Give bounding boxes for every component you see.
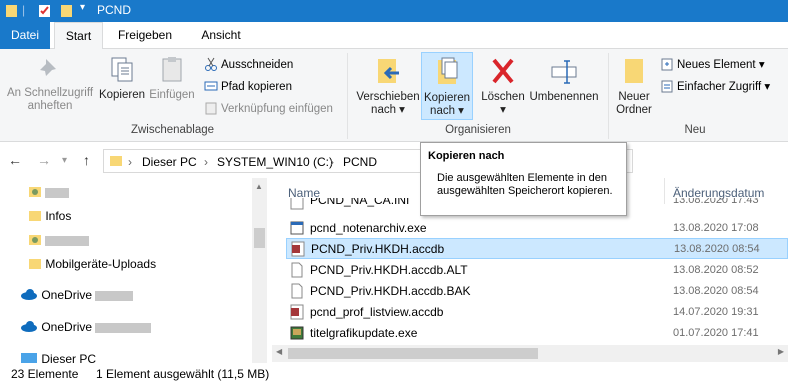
file-icon: [291, 262, 303, 278]
tab-view[interactable]: Ansicht: [190, 22, 252, 49]
copy-button[interactable]: Kopieren: [96, 55, 148, 102]
rename-icon: [551, 60, 577, 84]
table-row[interactable]: pcnd_notenarchiv.exe 13.08.2020 17:08: [286, 218, 788, 239]
customize-quick-access-icon[interactable]: ▾: [80, 2, 85, 13]
copy-path-button[interactable]: Pfad kopieren: [204, 79, 292, 93]
navigation-pane: Infos Mobilgeräte-Uploads OneDrive OneDr…: [0, 178, 268, 363]
cloud-icon: [21, 321, 37, 332]
user-folder-icon: [29, 187, 41, 197]
recent-locations-icon[interactable]: ▾: [62, 155, 67, 166]
scrollbar-thumb[interactable]: [288, 348, 538, 359]
new-item-icon: [661, 58, 673, 71]
scissors-icon: [205, 57, 217, 71]
redacted-text: [95, 322, 152, 333]
pin-icon: [40, 59, 56, 76]
easy-access-button[interactable]: Einfacher Zugriff ▾: [660, 79, 770, 93]
up-arrow-icon[interactable]: ↑: [83, 152, 90, 168]
folder-icon: [29, 259, 41, 269]
computer-icon: [21, 353, 37, 363]
tab-share[interactable]: Freigeben: [110, 22, 180, 49]
nav-item-mobile-uploads[interactable]: Mobilgeräte-Uploads: [28, 257, 156, 277]
delete-x-icon: [492, 58, 514, 84]
pin-quick-access-button[interactable]: An Schnellzugriff anheften: [2, 55, 98, 113]
paste-button[interactable]: Einfügen: [146, 55, 198, 102]
copy-icon: [111, 57, 133, 82]
rename-button[interactable]: Umbenennen: [528, 55, 600, 104]
forward-arrow-icon[interactable]: →: [37, 152, 51, 168]
new-item-button[interactable]: Neues Element ▾: [660, 57, 765, 71]
title-bar: | ▾ PCND: [0, 0, 788, 22]
access-file-icon: [291, 241, 305, 257]
properties-icon[interactable]: [38, 3, 52, 19]
user-folder-icon: [29, 235, 41, 245]
new-folder-icon: [625, 59, 643, 83]
new-folder-icon[interactable]: [60, 3, 74, 19]
group-clipboard-label: Zwischenablage: [130, 124, 215, 136]
ribbon: An Schnellzugriff anheften Kopieren Einf…: [0, 49, 788, 142]
nav-item-blurred[interactable]: [28, 185, 70, 205]
new-folder-button[interactable]: Neuer Ordner: [612, 55, 656, 117]
navigation-scrollbar[interactable]: ▲: [252, 178, 267, 363]
window-title: PCND: [97, 3, 132, 17]
scroll-right-icon[interactable]: ▶: [778, 347, 784, 356]
access-file-icon: [290, 304, 304, 320]
tooltip-title: Kopieren nach: [428, 150, 505, 162]
nav-item-onedrive[interactable]: OneDrive: [20, 288, 134, 308]
breadcrumb-separator: ›: [330, 155, 334, 169]
move-folder-icon: [378, 59, 399, 83]
table-row-selected[interactable]: PCND_Priv.HKDH.accdb 13.08.2020 08:54: [286, 238, 788, 259]
copy-to-button[interactable]: Kopieren nach ▾: [421, 52, 473, 120]
path-icon: [204, 81, 218, 91]
scroll-left-icon[interactable]: ◀: [276, 347, 282, 356]
tab-file[interactable]: Datei: [0, 22, 50, 49]
exe-file-icon: [290, 221, 304, 235]
tooltip: Kopieren nach Die ausgewählten Elemente …: [420, 142, 627, 216]
clipboard-icon: [162, 57, 182, 82]
status-bar: 23 Elemente 1 Element ausgewählt (11,5 M…: [0, 363, 788, 385]
redacted-text: [95, 290, 134, 301]
breadcrumb-separator: ›: [128, 155, 132, 169]
breadcrumb-folder[interactable]: PCND: [343, 155, 377, 169]
cloud-icon: [21, 289, 37, 300]
folder-icon: [110, 156, 122, 166]
scrollbar-thumb[interactable]: [254, 228, 265, 248]
cut-button[interactable]: Ausschneiden: [204, 57, 293, 71]
group-separator: [608, 53, 609, 139]
copy-to-folder-icon: [438, 57, 458, 84]
tab-start[interactable]: Start: [54, 22, 103, 50]
group-organize-label: Organisieren: [445, 124, 511, 136]
move-to-button[interactable]: Verschieben nach ▾: [355, 55, 421, 117]
breadcrumb-pc[interactable]: Dieser PC: [142, 155, 197, 169]
table-row[interactable]: PCND_Priv.HKDH.accdb.BAK 13.08.2020 08:5…: [286, 281, 788, 302]
folder-icon: [29, 211, 41, 221]
file-icon: [291, 283, 303, 299]
horizontal-scrollbar[interactable]: ◀ ▶: [272, 345, 788, 362]
table-row[interactable]: pcnd_prof_listview.accdb 14.07.2020 19:3…: [286, 302, 788, 323]
selection-info: 1 Element ausgewählt (11,5 MB): [96, 367, 270, 381]
table-row[interactable]: PCND_Priv.HKDH.accdb.ALT 13.08.2020 08:5…: [286, 260, 788, 281]
redacted-text: [45, 235, 90, 246]
folder-icon: [6, 5, 17, 17]
shortcut-icon: [205, 102, 217, 115]
ribbon-tabs: Datei Start Freigeben Ansicht: [0, 22, 788, 50]
item-count: 23 Elemente: [11, 367, 79, 381]
exe-file-icon: [290, 326, 304, 340]
navigation-bar: ← → ▾ ↑ › Dieser PC › SYSTEM_WIN10 (C:) …: [0, 142, 788, 178]
scroll-up-icon[interactable]: ▲: [255, 182, 263, 191]
nav-item-this-pc[interactable]: Dieser PC: [20, 352, 96, 363]
group-new-label: Neu: [684, 124, 706, 136]
breadcrumb-separator: ›: [204, 155, 208, 169]
table-row[interactable]: titelgrafikupdate.exe 01.07.2020 17:41: [286, 323, 788, 344]
nav-item-blurred[interactable]: [28, 233, 90, 253]
nav-item-infos[interactable]: Infos: [28, 209, 71, 229]
back-arrow-icon[interactable]: ←: [8, 152, 22, 168]
breadcrumb-drive[interactable]: SYSTEM_WIN10 (C:): [217, 155, 333, 169]
delete-button[interactable]: Löschen ▾: [478, 55, 528, 117]
tooltip-description: Die ausgewählten Elemente in den ausgewä…: [437, 172, 613, 197]
nav-item-onedrive[interactable]: OneDrive: [20, 320, 152, 340]
paste-shortcut-button[interactable]: Verknüpfung einfügen: [204, 101, 333, 115]
redacted-text: [45, 187, 70, 198]
ini-file-icon: [290, 198, 304, 210]
easy-access-icon: [661, 80, 673, 93]
